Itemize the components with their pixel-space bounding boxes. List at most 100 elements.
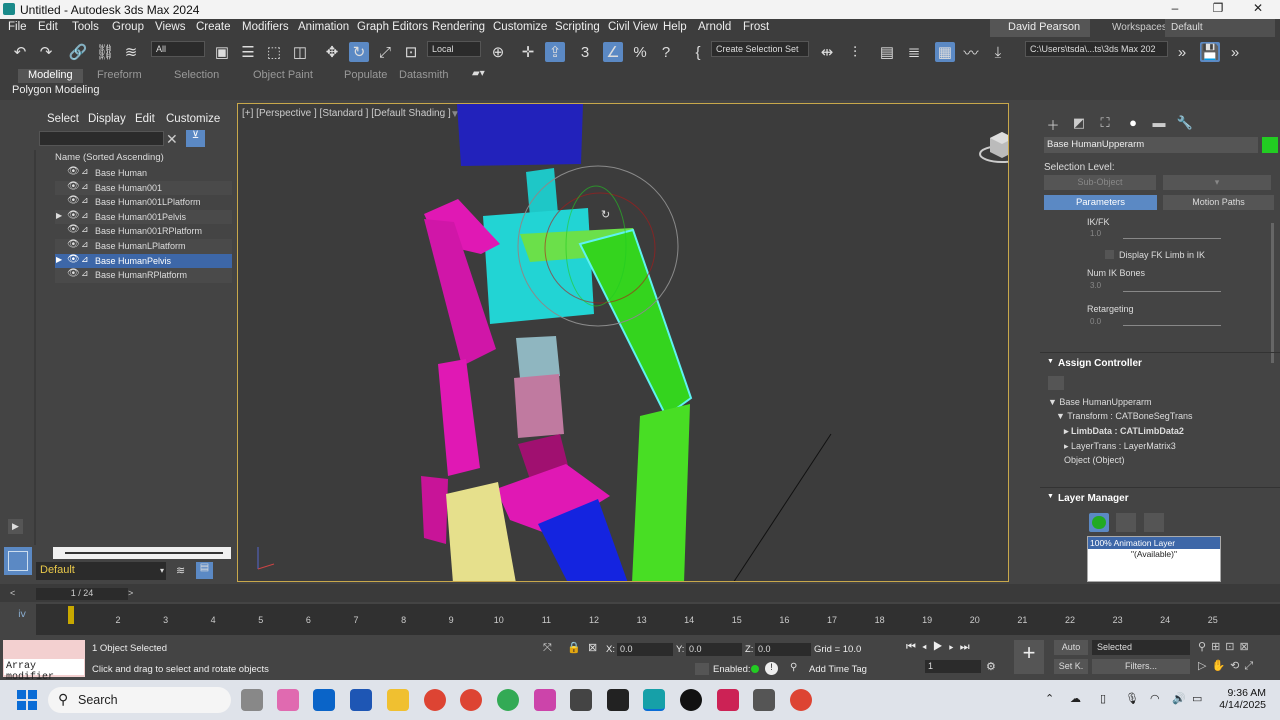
ribbon-toggle-icon[interactable]: ▦ <box>935 42 955 62</box>
z-coord-input[interactable]: 0.0 <box>755 643 811 656</box>
scene-row[interactable]: 👁 ⊿ Base HumanLPlatform <box>55 239 232 254</box>
scene-horizontal-scrollbar[interactable] <box>53 547 231 559</box>
key-filters-button[interactable]: Filters... <box>1092 659 1190 674</box>
battery-icon[interactable]: ▯ <box>1100 692 1106 705</box>
zoom-all-icon[interactable]: ⊞ <box>1211 641 1225 653</box>
time-config-icon[interactable]: ⚙ <box>986 660 996 673</box>
auto-key-button[interactable]: Auto <box>1054 640 1088 655</box>
parameters-tab[interactable]: Parameters <box>1044 195 1157 210</box>
taskbar-search[interactable]: ⚲ Search <box>48 687 231 713</box>
perspective-viewport[interactable]: [+] [Perspective ] [Standard ] [Default … <box>237 103 1009 582</box>
ribbon-tab-populate[interactable]: Populate <box>344 69 387 81</box>
prev-frame-icon[interactable]: < <box>10 588 15 598</box>
spine-lower[interactable] <box>516 336 560 378</box>
chevron-right-icon[interactable]: » <box>1172 42 1192 62</box>
polygon-modeling-panel[interactable]: Polygon Modeling <box>12 84 99 96</box>
percent-snap-icon[interactable]: % <box>630 42 650 62</box>
user-account-dropdown[interactable]: David Pearson <box>990 19 1090 37</box>
spinner-snap-icon[interactable]: ? <box>656 42 676 62</box>
time-playhead[interactable] <box>68 606 74 624</box>
absolute-mode-icon[interactable]: ⊠ <box>588 641 597 654</box>
visibility-eye-icon[interactable]: 👁 <box>67 254 80 265</box>
object-color-swatch[interactable] <box>1262 137 1278 153</box>
menu-modifiers[interactable]: Modifiers <box>242 21 289 33</box>
save-icon[interactable]: 💾 <box>1200 42 1220 62</box>
chevron-down-icon[interactable]: ▾ <box>160 566 164 575</box>
menu-file[interactable]: File <box>8 21 27 33</box>
chrome-dev-icon[interactable] <box>497 689 519 711</box>
bind-spacewarp-icon[interactable]: ≋ <box>121 42 141 62</box>
edit-named-selection-icon[interactable]: { <box>688 42 708 62</box>
tray-app-icon[interactable]: ☁ <box>1070 692 1081 705</box>
layer-stack-icon[interactable]: ≋ <box>176 564 192 579</box>
scene-row[interactable]: ▶ 👁 ⊿ Base Human001Pelvis <box>55 209 232 225</box>
scene-search-input[interactable] <box>39 131 164 146</box>
menu-help[interactable]: Help <box>663 21 687 33</box>
left-hand[interactable] <box>421 476 448 544</box>
controller-tree-item[interactable]: Object (Object) <box>1064 455 1125 465</box>
enabled-indicator-icon[interactable] <box>751 665 759 673</box>
schematic-view-icon[interactable]: ⤓ <box>988 42 1008 62</box>
rectangular-selection-icon[interactable]: ⬚ <box>264 42 284 62</box>
utilities-panel-icon[interactable]: 🔧 <box>1176 115 1194 133</box>
object-name-field[interactable]: Base HumanUpperarm <box>1044 137 1258 153</box>
chrome-alt-icon[interactable] <box>790 689 812 711</box>
link-icon[interactable]: 🔗 <box>68 42 88 62</box>
zoom-extents-icon[interactable]: ⊡ <box>1225 641 1239 653</box>
select-by-name-icon[interactable]: ☰ <box>238 42 258 62</box>
mirror-icon[interactable]: ⇹ <box>817 42 837 62</box>
scale-icon[interactable]: ⤢ <box>375 42 395 62</box>
motion-paths-tab[interactable]: Motion Paths <box>1163 195 1274 210</box>
windows-start-icon[interactable] <box>17 690 37 710</box>
chest-box[interactable] <box>483 208 594 324</box>
controller-tree-item[interactable]: ▼ Transform : CATBoneSegTrans <box>1056 411 1192 421</box>
project-path-dropdown[interactable]: C:\Users\tsda\...ts\3ds Max 202 <box>1025 41 1168 57</box>
move-icon[interactable]: ✥ <box>322 42 342 62</box>
3dsmax-taskbar-icon[interactable] <box>643 689 665 711</box>
scene-tab-display[interactable]: Display <box>88 113 126 125</box>
assign-controller-rollout[interactable]: ▼ Assign Controller <box>1044 358 1272 372</box>
workspace-dropdown[interactable]: Default <box>1165 19 1275 37</box>
scene-row[interactable]: 👁 ⊿ Base HumanRPlatform <box>55 268 232 283</box>
animation-layer-row[interactable]: 100% Animation Layer <box>1088 537 1220 549</box>
maximize-viewport-icon[interactable]: ⤢ <box>1244 660 1258 672</box>
num-ik-bones-slider[interactable] <box>1123 291 1221 292</box>
task-view-icon[interactable] <box>241 689 263 711</box>
maxscript-listener[interactable]: Array modifier <box>3 640 85 683</box>
selection-filter-dropdown[interactable]: All <box>151 41 205 57</box>
visibility-eye-icon[interactable]: 👁 <box>67 181 80 192</box>
photos-icon[interactable] <box>534 689 556 711</box>
info-icon[interactable]: ! <box>765 662 778 675</box>
select-object-icon[interactable]: ▣ <box>212 42 232 62</box>
visibility-eye-icon[interactable]: 👁 <box>67 195 80 206</box>
menu-animation[interactable]: Animation <box>298 21 349 33</box>
battery-status-icon[interactable]: ▭ <box>1192 692 1202 705</box>
zoom-icon[interactable]: ⚲ <box>1198 641 1211 653</box>
set-key-button[interactable]: Set K. <box>1054 659 1088 674</box>
ribbon-tab-datasmith[interactable]: Datasmith <box>399 69 449 81</box>
maximize-button[interactable]: ❐ <box>1198 1 1238 18</box>
chrome-icon[interactable] <box>424 689 446 711</box>
expand-icon[interactable]: ▶ <box>56 211 62 220</box>
unreal-icon[interactable] <box>680 689 702 711</box>
animation-layer-list[interactable]: 100% Animation Layer "(Available)" <box>1087 536 1221 582</box>
place-icon[interactable]: ⊡ <box>401 42 421 62</box>
scene-row[interactable]: 👁 ⊿ Base Human001RPlatform <box>55 224 232 239</box>
play-icon[interactable]: ▶ <box>933 641 949 653</box>
menu-group[interactable]: Group <box>112 21 144 33</box>
layer-manager-rollout[interactable]: ▼ Layer Manager <box>1044 493 1272 507</box>
go-to-start-icon[interactable]: ⏮ <box>906 641 922 653</box>
curve-editor-mini-icon[interactable]: ⅳ <box>18 609 26 620</box>
right-forearm[interactable] <box>632 404 690 582</box>
sm-app-icon[interactable] <box>570 689 592 711</box>
more-tools-icon[interactable]: » <box>1225 42 1245 62</box>
visibility-eye-icon[interactable]: 👁 <box>67 268 80 279</box>
motion-panel-icon[interactable]: ● <box>1124 115 1142 133</box>
menu-rendering[interactable]: Rendering <box>432 21 485 33</box>
orbit-icon[interactable]: ⟲ <box>1230 660 1244 672</box>
viewport-layout-icon[interactable] <box>4 547 32 575</box>
anim-layer-tool-icon[interactable] <box>1116 513 1136 532</box>
visibility-eye-icon[interactable]: 👁 <box>67 239 80 250</box>
display-fk-checkbox[interactable] <box>1105 250 1114 259</box>
ikfk-value[interactable]: 1.0 <box>1090 229 1101 238</box>
